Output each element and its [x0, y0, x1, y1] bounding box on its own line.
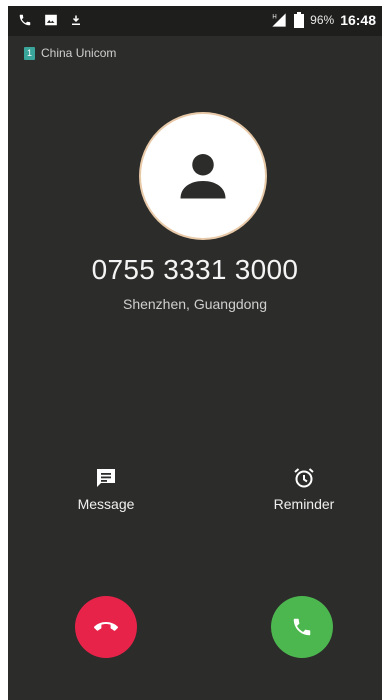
- caller-avatar: [141, 114, 265, 238]
- message-icon: [97, 469, 115, 487]
- clock: 16:48: [340, 12, 376, 28]
- status-bar: H 96% 16:48: [8, 6, 382, 36]
- download-icon: [72, 15, 80, 25]
- reminder-button[interactable]: Reminder: [244, 466, 364, 514]
- phone-icon: [293, 618, 311, 636]
- caller-number: 0755 3331 3000: [91, 254, 299, 285]
- sim-slot-badge: 1: [24, 46, 35, 60]
- reminder-label: Reminder: [273, 496, 335, 512]
- message-button[interactable]: Message: [46, 466, 166, 514]
- svg-text:H: H: [272, 15, 276, 21]
- status-bar-system: H 96% 16:48: [270, 12, 376, 28]
- image-icon: [45, 14, 57, 26]
- decline-call-button[interactable]: [75, 596, 137, 658]
- person-icon: [180, 154, 226, 199]
- incoming-call-screen: H 96% 16:48 1 China Unicom 0755 3331 300…: [8, 6, 382, 700]
- status-bar-notifications: [18, 13, 82, 27]
- message-label: Message: [77, 496, 135, 512]
- signal-icon: H: [272, 13, 286, 27]
- answer-call-button[interactable]: [271, 596, 333, 658]
- hang-up-icon: [94, 622, 118, 631]
- phone-icon: [19, 14, 31, 26]
- alarm-clock-icon: [294, 468, 314, 488]
- carrier-name: China Unicom: [41, 46, 117, 60]
- battery-icon: [294, 12, 305, 28]
- battery-percent: 96%: [310, 13, 335, 27]
- caller-location: Shenzhen, Guangdong: [122, 296, 267, 312]
- carrier-indicator: 1 China Unicom: [24, 46, 116, 60]
